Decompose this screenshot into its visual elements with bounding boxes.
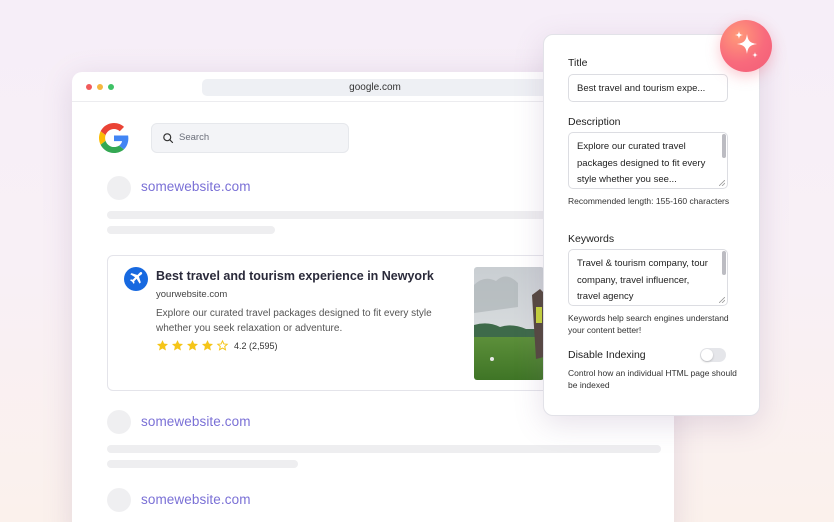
rating-text: 4.2 (2,595)	[234, 340, 278, 351]
placeholder-line	[107, 460, 298, 468]
title-field[interactable]: Best travel and tourism expe...	[568, 74, 728, 102]
placeholder-line	[107, 226, 275, 234]
search-icon	[163, 133, 174, 144]
resize-grip-icon[interactable]	[719, 297, 725, 303]
title-label: Title	[568, 57, 588, 69]
search-placeholder: Search	[179, 132, 210, 143]
window-maximize-dot[interactable]	[108, 84, 114, 90]
description-text: Explore our curated travel packages desi…	[577, 141, 706, 185]
placeholder-line	[107, 445, 661, 453]
result-site-link[interactable]: somewebsite.com	[141, 492, 251, 507]
result-url: yourwebsite.com	[156, 289, 228, 300]
description-hint: Recommended length: 155-160 characters	[568, 196, 730, 206]
keywords-hint: Keywords help search engines understand …	[568, 313, 729, 335]
result-site-link[interactable]: somewebsite.com	[141, 179, 251, 194]
result-description: Explore our curated travel packages desi…	[156, 308, 432, 334]
keywords-field[interactable]: Travel & tourism company, tour company, …	[568, 249, 728, 306]
google-logo-icon	[99, 123, 129, 153]
description-label: Description	[568, 116, 621, 128]
indexing-label: Disable Indexing	[568, 349, 646, 361]
site-favicon	[107, 488, 131, 512]
result-site-link[interactable]: somewebsite.com	[141, 414, 251, 429]
window-minimize-dot[interactable]	[97, 84, 103, 90]
airplane-icon	[130, 272, 143, 284]
star-outline-icon	[216, 339, 229, 351]
disable-indexing-toggle[interactable]	[700, 348, 726, 362]
star-icon	[171, 340, 184, 351]
ai-sparkle-button[interactable]	[720, 20, 772, 72]
star-icon	[186, 340, 199, 351]
rating-stars: 4.2 (2,595)	[156, 339, 278, 352]
description-field[interactable]: Explore our curated travel packages desi…	[568, 132, 728, 189]
resize-grip-icon[interactable]	[719, 180, 725, 186]
keywords-label: Keywords	[568, 233, 615, 245]
site-favicon	[107, 176, 131, 200]
site-favicon	[107, 410, 131, 434]
plane-badge	[124, 267, 148, 291]
star-icon	[201, 340, 214, 351]
keywords-text: Travel & tourism company, tour company, …	[577, 258, 708, 302]
window-close-dot[interactable]	[86, 84, 92, 90]
seo-settings-panel: Title Best travel and tourism expe... De…	[543, 34, 760, 416]
address-bar[interactable]: google.com	[202, 79, 548, 96]
star-icon	[156, 340, 169, 351]
search-input[interactable]: Search	[151, 123, 349, 153]
result-thumbnail	[474, 267, 544, 380]
sparkle-icon	[735, 31, 758, 58]
result-title[interactable]: Best travel and tourism experience in Ne…	[156, 269, 434, 283]
indexing-hint: Control how an individual HTML page shou…	[568, 368, 737, 390]
